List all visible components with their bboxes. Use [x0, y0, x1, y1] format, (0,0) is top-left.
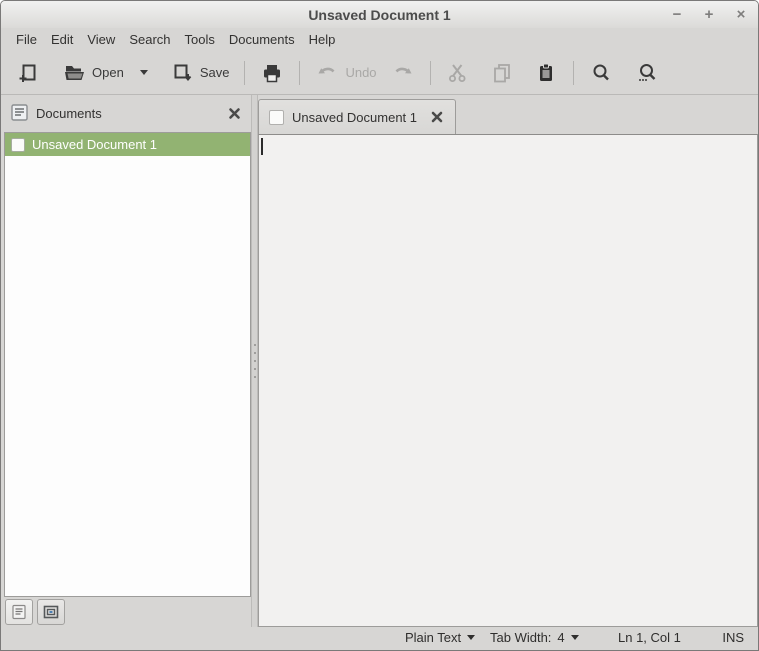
new-document-icon — [16, 61, 40, 85]
toolbar-separator — [430, 61, 431, 85]
language-selector[interactable]: Plain Text — [405, 630, 475, 645]
tab-close-icon[interactable] — [431, 111, 443, 123]
copy-button[interactable] — [483, 56, 521, 90]
main-area: Documents Unsaved Document 1 — [1, 95, 758, 627]
side-pane: Documents Unsaved Document 1 — [1, 95, 251, 627]
document-list-item-label: Unsaved Document 1 — [32, 137, 157, 152]
tab-width-value: 4 — [557, 630, 564, 645]
document-tab-icon — [269, 110, 284, 125]
file-browser-toggle-button[interactable] — [37, 599, 65, 625]
cut-button[interactable] — [439, 56, 477, 90]
side-pane-header: Documents — [4, 95, 251, 132]
menu-item-search[interactable]: Search — [122, 30, 177, 49]
find-icon — [589, 61, 613, 85]
save-button-label: Save — [200, 65, 230, 80]
save-button[interactable]: Save — [163, 56, 237, 90]
find-replace-icon — [635, 61, 659, 85]
toolbar-separator — [299, 61, 300, 85]
open-folder-icon — [62, 61, 86, 85]
tab-width-chevron-down-icon — [571, 635, 579, 640]
documents-list-toggle-button[interactable] — [5, 599, 33, 625]
language-chevron-down-icon — [467, 635, 475, 640]
documents-list[interactable]: Unsaved Document 1 — [4, 132, 251, 597]
input-mode-indicator: INS — [722, 630, 744, 645]
menu-bar: File Edit View Search Tools Documents He… — [1, 28, 758, 51]
title-bar[interactable]: Unsaved Document 1 − + × — [1, 1, 758, 28]
save-icon — [170, 61, 194, 85]
app-window: Unsaved Document 1 − + × File Edit View … — [0, 0, 759, 651]
menu-item-documents[interactable]: Documents — [222, 30, 302, 49]
menu-item-edit[interactable]: Edit — [44, 30, 80, 49]
find-replace-button[interactable] — [628, 56, 666, 90]
undo-button[interactable]: Undo — [308, 56, 383, 90]
toolbar: Open Save — [1, 51, 758, 95]
menu-item-help[interactable]: Help — [302, 30, 343, 49]
minimize-button[interactable]: − — [668, 6, 686, 24]
tab-label: Unsaved Document 1 — [292, 110, 417, 125]
new-document-button[interactable] — [9, 56, 47, 90]
undo-icon — [315, 61, 339, 85]
undo-button-label: Undo — [345, 65, 376, 80]
maximize-button[interactable]: + — [700, 6, 718, 24]
editor-pane: Unsaved Document 1 — [258, 95, 758, 627]
pane-splitter-handle[interactable] — [251, 95, 258, 627]
tab-bar: Unsaved Document 1 — [258, 95, 758, 134]
open-button-label: Open — [92, 65, 124, 80]
unsaved-document-icon — [11, 138, 25, 152]
side-pane-title: Documents — [36, 106, 228, 121]
tab-unsaved-document-1[interactable]: Unsaved Document 1 — [258, 99, 456, 134]
toolbar-separator — [573, 61, 574, 85]
tab-width-selector[interactable]: Tab Width: 4 — [490, 630, 579, 645]
editor-text-area[interactable] — [258, 134, 758, 627]
cut-icon — [446, 61, 470, 85]
text-caret — [261, 138, 263, 155]
close-button[interactable]: × — [732, 6, 750, 24]
menu-item-tools[interactable]: Tools — [178, 30, 222, 49]
print-button[interactable] — [253, 56, 291, 90]
window-controls: − + × — [668, 1, 750, 28]
side-pane-close-icon[interactable] — [228, 107, 241, 120]
tab-width-label: Tab Width: — [490, 630, 551, 645]
side-pane-switcher — [4, 597, 251, 627]
documents-list-icon — [11, 104, 28, 124]
menu-item-view[interactable]: View — [80, 30, 122, 49]
open-button[interactable]: Open — [55, 56, 155, 90]
print-icon — [260, 61, 284, 85]
document-list-item[interactable]: Unsaved Document 1 — [5, 133, 250, 156]
cursor-position: Ln 1, Col 1 — [618, 630, 681, 645]
redo-icon — [391, 61, 415, 85]
toolbar-separator — [244, 61, 245, 85]
status-bar: Plain Text Tab Width: 4 Ln 1, Col 1 INS — [1, 627, 758, 650]
paste-button[interactable] — [527, 56, 565, 90]
paste-icon — [534, 61, 558, 85]
find-button[interactable] — [582, 56, 620, 90]
open-dropdown-chevron-down-icon[interactable] — [140, 70, 148, 75]
menu-item-file[interactable]: File — [9, 30, 44, 49]
redo-button[interactable] — [384, 56, 422, 90]
copy-icon — [490, 61, 514, 85]
language-label: Plain Text — [405, 630, 461, 645]
window-title: Unsaved Document 1 — [1, 7, 758, 23]
